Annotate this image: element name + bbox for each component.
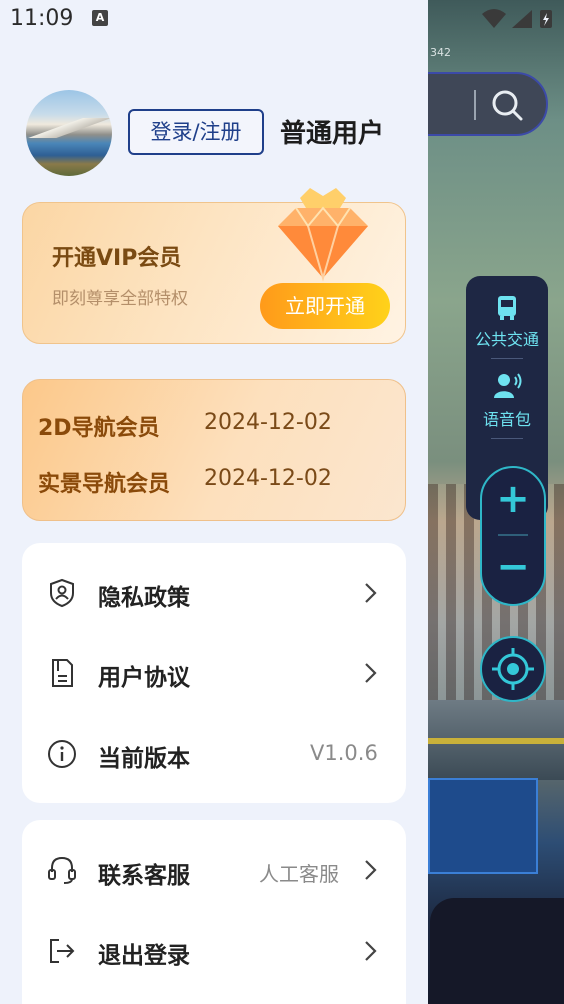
signal-icon: [512, 10, 532, 28]
vip-title: 开通VIP会员: [52, 246, 182, 271]
menu-label-logout: 退出登录: [98, 943, 190, 969]
logout-icon: [50, 939, 75, 963]
locate-icon: [492, 648, 534, 690]
membership-date-2d: 2024-12-02: [204, 410, 332, 435]
shield-person-icon: [50, 578, 74, 608]
status-icons: [482, 9, 552, 28]
voice-person-icon: [494, 373, 522, 398]
search-icon[interactable]: [490, 88, 524, 122]
notification-icon: A: [92, 10, 108, 26]
map-scale-label: 342: [430, 46, 451, 59]
status-time: 11:09: [10, 6, 74, 31]
vip-subtitle: 即刻尊享全部特权: [52, 289, 188, 309]
chevron-right-icon: [365, 860, 377, 880]
headset-icon: [48, 856, 76, 884]
menu-label-current-version: 当前版本: [98, 746, 190, 772]
locate-button[interactable]: [480, 636, 546, 702]
bus-icon: [498, 296, 516, 320]
map-bottom-panel[interactable]: [430, 898, 564, 1004]
login-register-button[interactable]: 登录/注册: [128, 109, 264, 155]
menu-item-privacy-policy[interactable]: [22, 553, 406, 633]
support-value: 人工客服: [259, 862, 339, 886]
membership-card: [22, 379, 406, 521]
zoom-in-button[interactable]: +: [482, 470, 544, 532]
status-bar: 11:09 A: [0, 0, 564, 38]
menu-item-user-agreement[interactable]: [22, 633, 406, 713]
tool-divider: [491, 438, 523, 439]
menu-label-privacy-policy: 隐私政策: [98, 585, 190, 611]
tool-divider: [491, 358, 523, 359]
tool-voice-pack[interactable]: 语音包: [466, 406, 548, 430]
membership-label-realview: 实景导航会员: [38, 472, 171, 497]
vip-open-button[interactable]: 立即开通: [260, 283, 390, 329]
membership-label-2d: 2D导航会员: [38, 416, 160, 441]
menu-item-logout[interactable]: [22, 910, 406, 990]
zoom-out-button[interactable]: −: [482, 538, 544, 600]
diamond-crown-icon: [278, 188, 368, 282]
chevron-right-icon: [365, 941, 377, 961]
document-icon: [52, 659, 73, 687]
membership-date-realview: 2024-12-02: [204, 466, 332, 491]
user-type-label: 普通用户: [280, 119, 385, 149]
avatar[interactable]: [26, 90, 112, 176]
chevron-right-icon: [365, 663, 377, 683]
menu-label-contact-support: 联系客服: [98, 863, 190, 889]
menu-label-user-agreement: 用户协议: [98, 665, 190, 691]
version-value: V1.0.6: [310, 741, 378, 765]
map-search-bar[interactable]: [410, 72, 548, 136]
tool-public-transport[interactable]: 公共交通: [466, 326, 548, 350]
chevron-right-icon: [365, 583, 377, 603]
menu-item-contact-support[interactable]: [22, 830, 406, 910]
zoom-divider: [498, 534, 528, 536]
map-search-divider: [474, 90, 476, 120]
map-billboard: [428, 778, 538, 874]
info-icon: [48, 740, 76, 768]
wifi-icon: [482, 9, 506, 28]
map-road-line: [428, 738, 564, 744]
